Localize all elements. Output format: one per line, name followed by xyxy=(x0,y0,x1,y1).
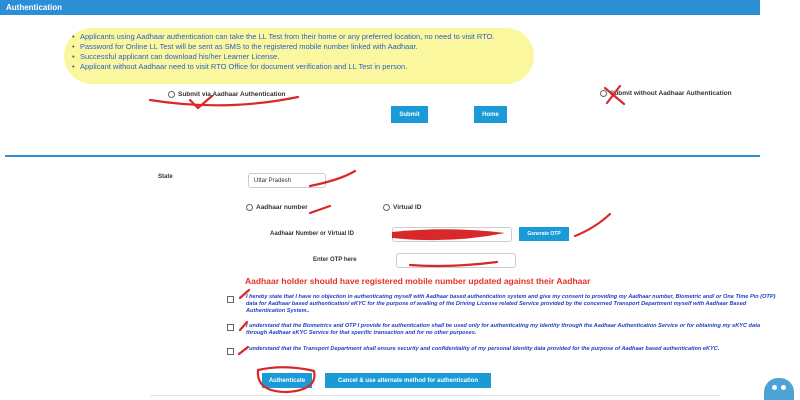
radio-circle[interactable] xyxy=(168,91,175,98)
scribble-aadhaar xyxy=(308,204,332,215)
declaration-text: I understand that the Transport Departme… xyxy=(246,346,720,352)
mascot-eye xyxy=(772,385,777,390)
mascot-eye xyxy=(781,385,786,390)
cancel-alternate-button[interactable]: Cancel & use alternate method for authen… xyxy=(325,373,491,388)
radio-aadhaar-number[interactable]: Aadhaar number xyxy=(246,204,308,211)
radio-virtual-id[interactable]: Virtual ID xyxy=(383,204,421,211)
generate-otp-button[interactable]: Generate OTP xyxy=(519,227,569,241)
state-label: State xyxy=(158,174,173,180)
authentication-header: Authentication xyxy=(0,0,760,15)
mobile-warning: Aadhaar holder should have registered mo… xyxy=(245,276,591,286)
number-label: Aadhaar Number or Virtual ID xyxy=(270,231,354,237)
info-item: Applicants using Aadhaar authentication … xyxy=(72,32,495,42)
otp-label: Enter OTP here xyxy=(313,257,357,263)
radio-circle[interactable] xyxy=(600,90,607,97)
radio-aadhaar-number-label: Aadhaar number xyxy=(256,204,308,211)
radio-circle[interactable] xyxy=(246,204,253,211)
declaration-checkbox[interactable] xyxy=(227,324,234,331)
radio-with-aadhaar-label: Submit via Aadhaar Authentication xyxy=(178,91,286,98)
info-item: Successful applicant can download his/he… xyxy=(72,52,495,62)
chat-mascot-icon[interactable] xyxy=(764,378,794,400)
scribble-underline xyxy=(148,95,300,107)
radio-circle[interactable] xyxy=(383,204,390,211)
declaration-checkbox[interactable] xyxy=(227,296,234,303)
submit-button[interactable]: Submit xyxy=(391,106,428,123)
radio-without-aadhaar-label: Submit without Aadhaar Authentication xyxy=(610,90,732,97)
otp-input[interactable] xyxy=(396,253,516,268)
aadhaar-number-input[interactable] xyxy=(392,227,512,242)
scribble-check-otp xyxy=(573,212,612,238)
declaration-text: I hereby state that I have no objection … xyxy=(246,294,776,314)
authenticate-button[interactable]: Authenticate xyxy=(262,373,312,388)
section-divider xyxy=(5,155,760,157)
header-title: Authentication xyxy=(6,3,62,12)
declaration-checkbox[interactable] xyxy=(227,348,234,355)
bottom-divider xyxy=(150,395,720,396)
radio-without-aadhaar[interactable]: Submit without Aadhaar Authentication xyxy=(600,90,732,97)
home-button[interactable]: Home xyxy=(474,106,507,123)
radio-with-aadhaar[interactable]: Submit via Aadhaar Authentication xyxy=(168,91,286,98)
info-item: Applicant without Aadhaar need to visit … xyxy=(72,62,495,72)
state-select[interactable]: Uttar Pradesh xyxy=(248,173,326,188)
radio-virtual-id-label: Virtual ID xyxy=(393,204,422,211)
declaration-text: I understand that the Biometrics and OTP… xyxy=(246,323,761,336)
info-item: Password for Online LL Test will be sent… xyxy=(72,42,495,52)
info-list: Applicants using Aadhaar authentication … xyxy=(72,32,495,72)
